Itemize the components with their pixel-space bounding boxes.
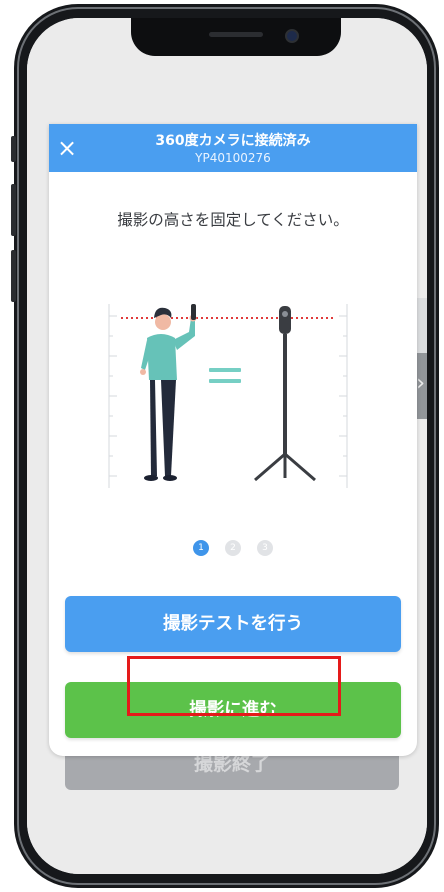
person-holding-camera-icon [140,304,197,481]
pagination-dots: 1 2 3 [49,540,417,556]
volume-down-button [11,250,16,302]
phone-screen: › 撮影終了 × 360度カメラに接続済み YP40100276 撮影の高さを固… [27,18,427,874]
page-dot-1[interactable]: 1 [193,540,209,556]
notch [131,18,341,56]
camera-connected-modal: × 360度カメラに接続済み YP40100276 撮影の高さを固定してください… [49,124,417,756]
page-dot-3[interactable]: 3 [257,540,273,556]
proceed-to-shooting-button[interactable]: 撮影に進む [65,682,401,738]
instruction-text: 撮影の高さを固定してください。 [117,211,349,229]
left-ruler-icon [108,304,117,488]
modal-title: 360度カメラに接続済み [155,133,311,149]
mute-switch [11,136,16,162]
camera-serial: YP40100276 [195,151,271,165]
earpiece-speaker [209,32,263,37]
tripod-camera-icon [254,306,316,482]
volume-up-button [11,184,16,236]
front-camera [285,29,299,43]
page-dot-2[interactable]: 2 [225,540,241,556]
right-ruler-icon [339,304,348,488]
height-illustration [103,296,353,496]
modal-header: × 360度カメラに接続済み YP40100276 [49,124,417,172]
height-illustration-svg [108,304,348,488]
shooting-test-button[interactable]: 撮影テストを行う [65,596,401,652]
equals-icon [209,368,241,383]
